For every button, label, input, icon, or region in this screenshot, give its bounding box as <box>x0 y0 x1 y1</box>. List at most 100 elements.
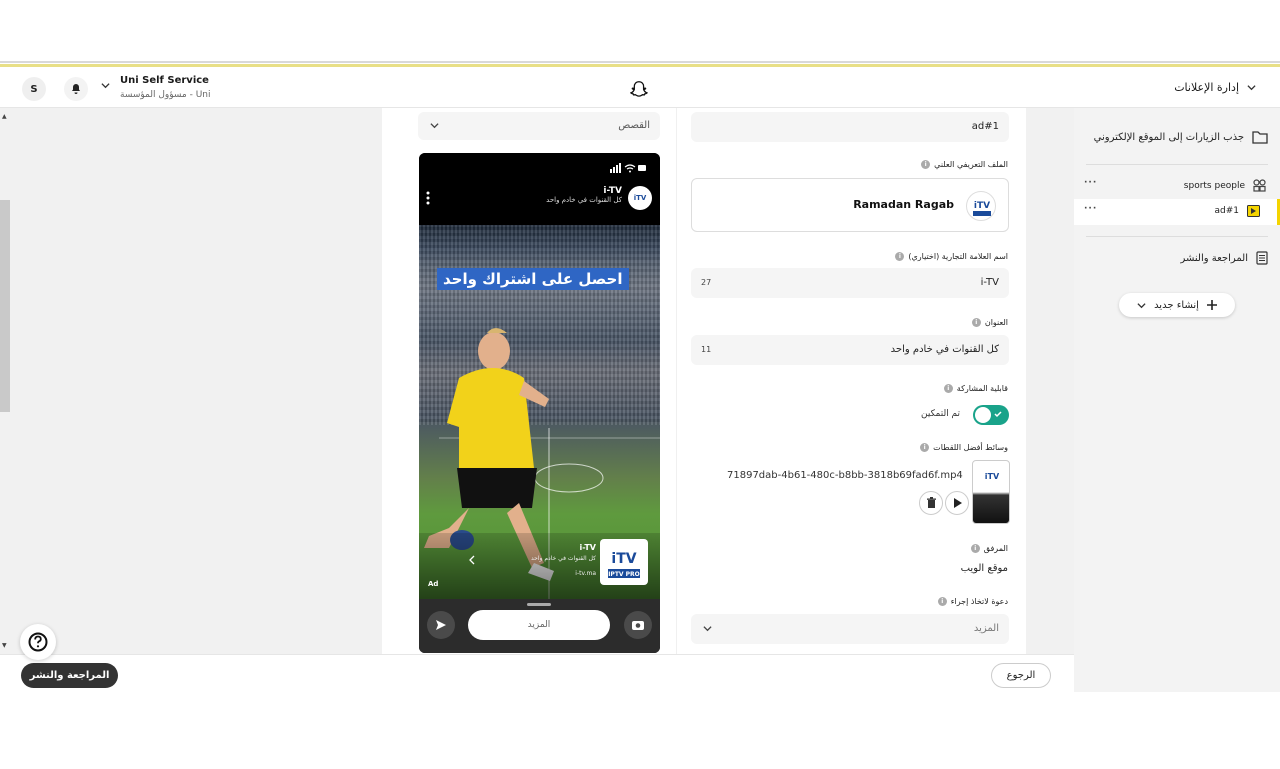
bell-icon[interactable] <box>64 77 88 101</box>
svg-text:iTV: iTV <box>634 194 647 202</box>
profile-name: Ramadan Ragab <box>853 198 954 211</box>
ads-manager-label: إدارة الإعلانات <box>1174 81 1239 94</box>
headline-field[interactable]: كل القنوات في خادم واحد 11 <box>691 335 1009 365</box>
folder-icon <box>1252 131 1268 144</box>
media-thumbnail[interactable]: iTV <box>972 460 1010 524</box>
shareable-status: تم التمكين <box>921 409 961 419</box>
more-horizontal-icon[interactable]: ··· <box>1084 178 1097 188</box>
format-select[interactable]: القصص <box>418 112 660 140</box>
document-icon <box>1256 251 1268 265</box>
review-publish-nav-label: المراجعة والنشر <box>1180 252 1248 264</box>
ad-preview-phone: احصل على اشتراك واحد i-TV كل القنوات في … <box>419 153 660 653</box>
shareable-label-text: قابلية المشاركة <box>956 384 1008 393</box>
chevron-down-icon <box>430 123 439 129</box>
ad-set-name: sports people <box>1183 180 1245 191</box>
info-icon[interactable]: i <box>971 318 981 327</box>
camera-switch-icon[interactable] <box>624 611 652 639</box>
info-icon[interactable]: i <box>921 160 931 169</box>
chevron-down-icon <box>1137 302 1146 308</box>
avatar[interactable]: S <box>22 77 46 101</box>
status-icons <box>610 163 646 173</box>
ad-label: Ad <box>428 580 439 588</box>
spotlight-label-text: وسائط أفضل اللقطات <box>933 443 1008 452</box>
svg-text:iTV: iTV <box>611 551 636 567</box>
spotlight-media-label: وسائط أفضل اللقطات i <box>920 443 1008 452</box>
more-vertical-icon[interactable] <box>426 191 430 205</box>
toggle-knob <box>975 407 991 423</box>
bottom-action-bar <box>0 654 1074 692</box>
headline-char-count: 11 <box>701 345 712 354</box>
attachment-card[interactable]: iTV IPTV PRO i-TV كل القنوات في خادم واحد… <box>419 533 660 599</box>
info-icon[interactable]: i <box>970 544 980 553</box>
scrollbar-thumb[interactable] <box>0 200 10 412</box>
headline-label-text: العنوان <box>984 318 1008 327</box>
create-new-button[interactable]: إنشاء جديد <box>1119 293 1235 317</box>
send-icon[interactable] <box>427 611 455 639</box>
brand-name-field[interactable]: i-TV 27 <box>691 268 1009 298</box>
canvas-background <box>0 108 382 654</box>
ad-details-form: ad#1 الملف التعريفي العلني i Ramadan Rag… <box>676 108 1026 654</box>
snapchat-ghost-icon[interactable] <box>628 79 650 101</box>
cta-label: دعوة لاتخاذ إجراء i <box>937 597 1008 606</box>
cta-label-text: دعوة لاتخاذ إجراء <box>950 597 1008 606</box>
scroll-up-icon[interactable]: ▲ <box>2 113 7 120</box>
campaign-name: جذب الزيارات إلى الموقع الإلكتروني <box>1093 131 1244 143</box>
attachment-label: المرفق i <box>970 544 1008 553</box>
ad-name: ad#1 <box>1214 206 1240 216</box>
shareable-label: قابلية المشاركة i <box>943 384 1008 393</box>
ad-media-icon <box>1247 205 1260 217</box>
attachment-value[interactable]: موقع الويب <box>961 563 1008 574</box>
profile-logo-icon: iTV <box>966 191 996 221</box>
attachment-label-text: المرفق <box>983 544 1008 553</box>
back-button[interactable]: الرجوع <box>991 663 1051 688</box>
ad-item[interactable]: ad#1 <box>1214 205 1260 217</box>
headline-value: كل القنوات في خادم واحد <box>890 344 999 355</box>
brand-name-label: اسم العلامة التجارية (اختياري) i <box>895 252 1008 261</box>
shareable-toggle[interactable] <box>973 405 1009 425</box>
info-icon[interactable]: i <box>943 384 953 393</box>
phone-brand: i-TV كل القنوات في خادم واحد <box>546 186 622 204</box>
top-bar: S Uni Self Service مسؤول المؤسسة - Uni إ… <box>0 61 1280 108</box>
card-brand: i-TV <box>579 543 596 552</box>
svg-text:iTV: iTV <box>974 201 990 211</box>
review-publish-nav[interactable]: المراجعة والنشر <box>1180 251 1268 265</box>
campaign-item[interactable]: جذب الزيارات إلى الموقع الإلكتروني <box>1094 130 1268 144</box>
brand-label-text: اسم العلامة التجارية (اختياري) <box>908 252 1008 261</box>
svg-text:iTV: iTV <box>985 472 1000 481</box>
cta-select[interactable]: المزيد <box>691 614 1009 644</box>
scroll-down-icon[interactable]: ▼ <box>2 642 7 649</box>
info-icon[interactable]: i <box>937 597 947 606</box>
more-button[interactable]: المزيد <box>468 610 610 640</box>
ad-name-field[interactable]: ad#1 <box>691 112 1009 142</box>
org-name[interactable]: Uni Self Service <box>120 75 209 86</box>
public-profile-card[interactable]: Ramadan Ragab iTV <box>691 178 1009 232</box>
phone-bottom-bar: المزيد <box>419 599 660 653</box>
info-icon[interactable]: i <box>920 443 930 452</box>
card-subtitle: كل القنوات في خادم واحد <box>530 555 596 562</box>
ad-set-item[interactable]: sports people <box>1184 179 1266 192</box>
phone-brand-name: i-TV <box>603 186 622 196</box>
card-url: i-tv.ma <box>575 570 596 577</box>
cta-select-value: المزيد <box>973 623 999 634</box>
help-icon[interactable] <box>20 624 56 660</box>
info-icon[interactable]: i <box>895 252 905 261</box>
public-profile-label-text: الملف التعريفي العلني <box>934 160 1008 169</box>
review-publish-button[interactable]: المراجعة والنشر <box>21 663 118 688</box>
itv-iptv-logo-icon: iTV IPTV PRO <box>600 539 648 585</box>
svg-text:IPTV PRO: IPTV PRO <box>608 571 640 578</box>
divider <box>1086 236 1268 237</box>
divider <box>1086 164 1268 165</box>
chevron-down-icon <box>1247 85 1256 91</box>
brand-name-value: i-TV <box>980 277 999 288</box>
headline-banner: احصل على اشتراك واحد <box>437 268 629 290</box>
check-icon <box>994 411 1002 418</box>
top-divider <box>0 61 1280 63</box>
delete-icon[interactable] <box>919 491 943 515</box>
more-horizontal-icon[interactable]: ··· <box>1084 204 1097 214</box>
play-icon[interactable] <box>945 491 969 515</box>
ads-manager-menu[interactable]: إدارة الإعلانات <box>1174 81 1256 94</box>
headline-label: العنوان i <box>971 318 1008 327</box>
phone-top-bar: i-TV كل القنوات في خادم واحد iTV <box>419 153 660 225</box>
phone-brand-sub: كل القنوات في خادم واحد <box>546 196 622 204</box>
chevron-down-icon[interactable] <box>101 81 110 90</box>
